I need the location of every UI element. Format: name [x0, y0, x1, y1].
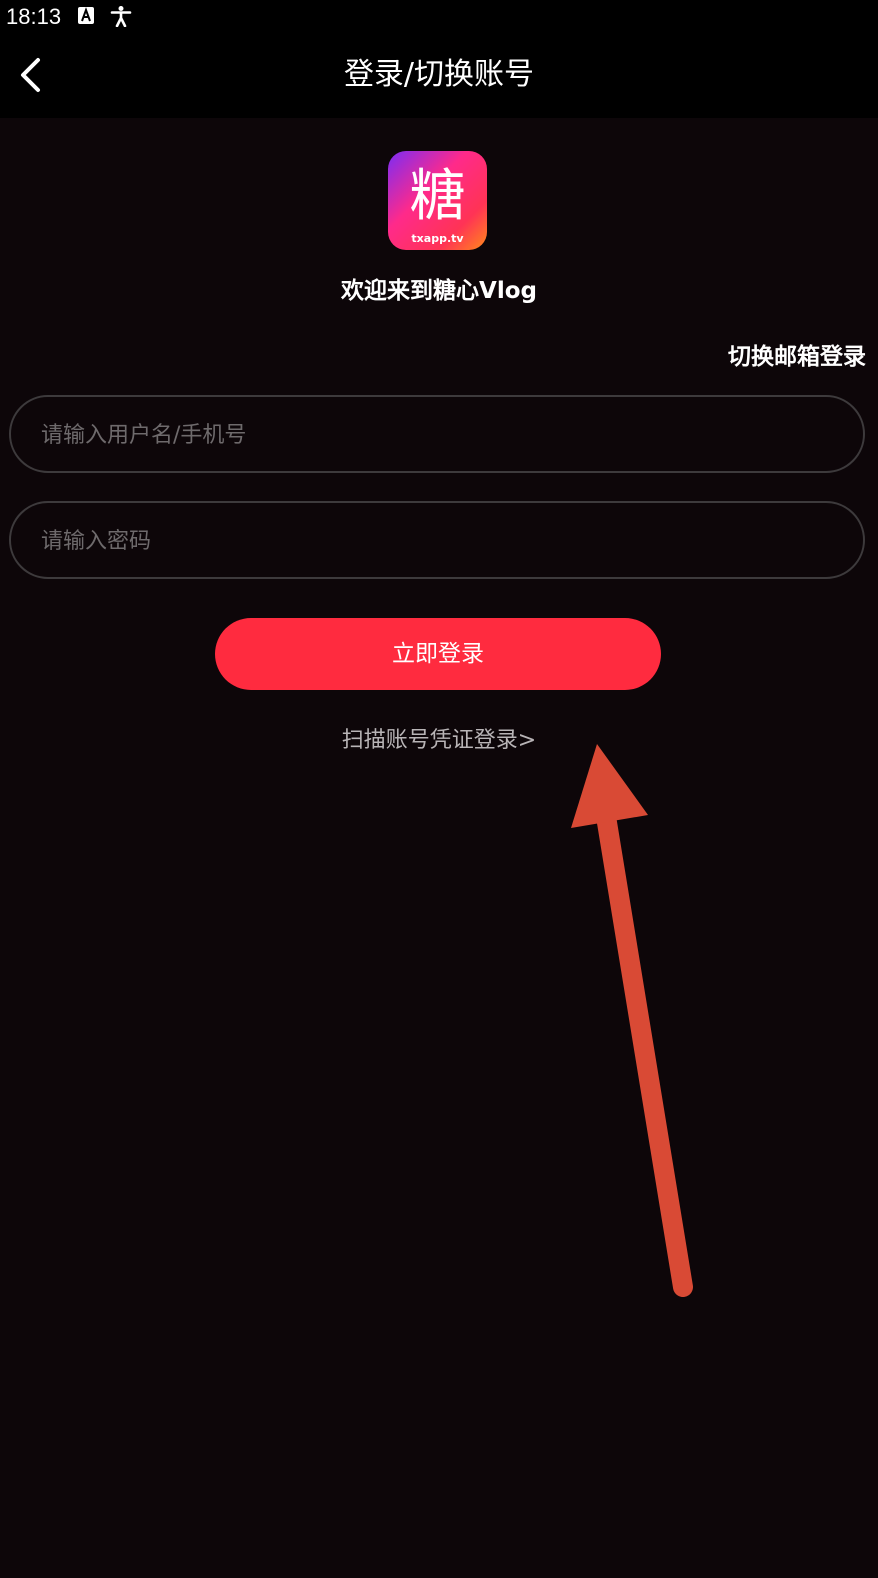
- accessibility-icon: [110, 5, 132, 28]
- svg-text:糖: 糖: [410, 164, 466, 229]
- status-time: 18:13: [6, 4, 62, 29]
- svg-text:txapp.tv: txapp.tv: [411, 232, 464, 245]
- password-field[interactable]: [9, 501, 865, 579]
- app-logo: 糖 txapp.tv: [388, 151, 487, 250]
- scan-credential-login-link[interactable]: 扫描账号凭证登录>: [0, 726, 878, 756]
- username-input[interactable]: [39, 397, 833, 473]
- username-field[interactable]: [9, 395, 865, 473]
- password-input[interactable]: [39, 503, 833, 579]
- switch-email-login-link[interactable]: 切换邮箱登录: [728, 342, 866, 372]
- status-bar: 18:13: [0, 0, 878, 33]
- keyboard-a-icon: [76, 5, 98, 27]
- login-button[interactable]: 立即登录: [215, 618, 661, 690]
- page-title: 登录/切换账号: [343, 57, 535, 92]
- welcome-text: 欢迎来到糖心Vlog: [341, 278, 537, 304]
- nav-bar: 登录/切换账号: [0, 33, 878, 118]
